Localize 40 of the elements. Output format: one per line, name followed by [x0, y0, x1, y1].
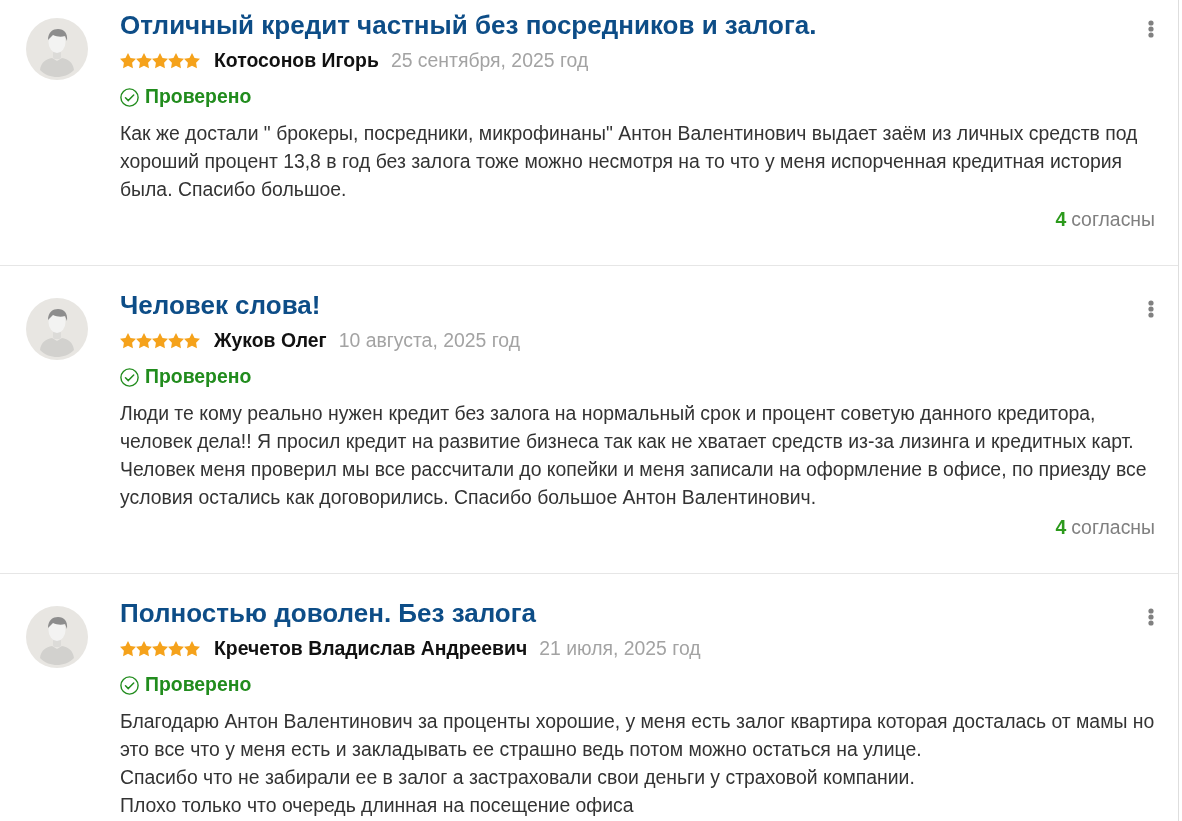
review-date: 25 сентября, 2025 год: [390, 48, 589, 74]
author-name: Кречетов Владислав Андреевич: [214, 636, 528, 662]
star-icon: [152, 53, 168, 69]
review-date: 21 июля, 2025 год: [539, 636, 701, 662]
star-icon: [168, 53, 184, 69]
more-icon: [1148, 300, 1154, 318]
review-title: Человек слова!: [120, 289, 321, 322]
review-date: 10 августа, 2025 год: [338, 328, 521, 354]
star-icon: [120, 333, 136, 349]
star-icon: [184, 333, 200, 349]
star-icon: [152, 333, 168, 349]
more-icon: [1148, 608, 1154, 626]
agree-label: согласны: [1071, 208, 1155, 230]
author-name: Жуков Олег: [214, 328, 327, 354]
star-icon: [184, 641, 200, 657]
review-text: Люди те кому реально нужен кредит без залога на нормальный срок и процент советую данного кредитора, человек дела!! Я просил кредит на развитие бизнеса так как не хватает средств из-за лизинга и кредитных карт. Человек меня проверил мы все рассчитали до копейки и меня записали на оформление в офисе, по приезду все условия остались как договорились. Спасибо большое Антон Валентинович.: [120, 401, 1148, 510]
star-icon: [184, 53, 200, 69]
author-name: Котосонов Игорь: [214, 48, 379, 74]
star-icon: [136, 53, 152, 69]
review-title: Полностью доволен. Без залога: [120, 597, 536, 630]
star-icon: [120, 53, 136, 69]
verified-label: Проверено: [145, 84, 252, 110]
agree-count: 4: [1055, 208, 1067, 230]
review-text: Благодарю Антон Валентинович за проценты хорошие, у меня есть залог квартира которая досталась от мамы но это все что у меня есть и закладывать ее страшно ведь потом можно остаться на улице. Спасибо что не забирали ее в залог а застраховали свои деньги у страховой компании. Плохо только что очередь длинная на посещение офиса: [120, 709, 1156, 818]
star-icon: [136, 333, 152, 349]
avatar-icon: [26, 606, 88, 668]
agree-label: согласны: [1071, 516, 1155, 538]
star-icon: [120, 641, 136, 657]
agree-count: 4: [1055, 516, 1067, 538]
avatar-icon: [26, 18, 88, 80]
star-icon: [136, 641, 152, 657]
star-icon: [152, 641, 168, 657]
more-icon: [1148, 20, 1154, 38]
star-icon: [168, 333, 184, 349]
star-icon: [168, 641, 184, 657]
verified-label: Проверено: [145, 364, 252, 390]
avatar-icon: [26, 298, 88, 360]
review-text: Как же достали " брокеры, посредники, микрофинаны" Антон Валентинович выдает заём из личных средств под хороший процент 13,8 в год без залога тоже можно несмотря на то что у меня испорченная кредитная история была. Спасибо большое.: [120, 121, 1139, 202]
review-title: Отличный кредит частный без посредников и залога.: [120, 9, 817, 42]
verified-label: Проверено: [145, 672, 252, 698]
